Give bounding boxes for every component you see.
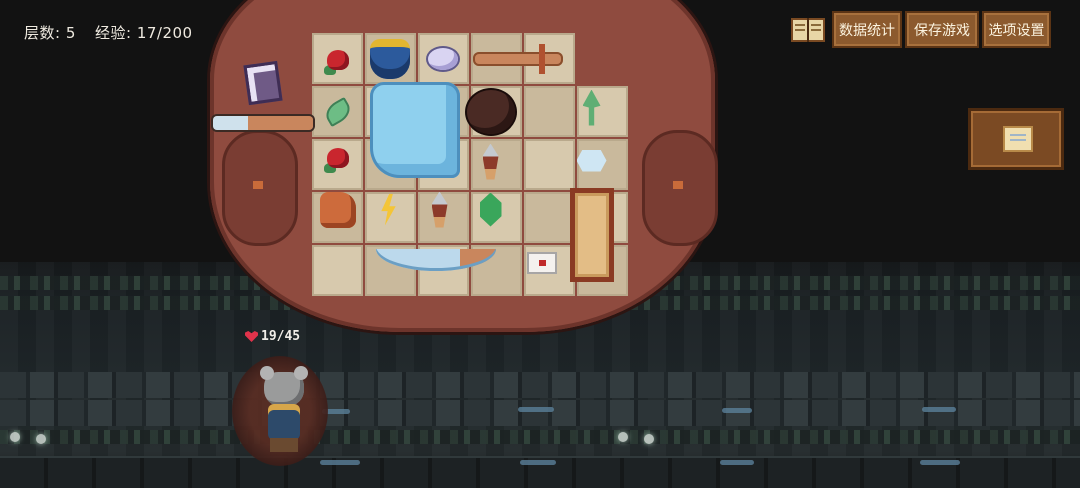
backpack-side-pocket <box>222 130 298 246</box>
pebble-item[interactable] <box>418 33 468 84</box>
green-plant-item[interactable] <box>566 82 617 133</box>
letter-icon <box>526 251 557 274</box>
water-puddle <box>320 460 360 465</box>
glow-flower <box>644 434 654 444</box>
player-mouse-hero[interactable] <box>260 366 308 454</box>
spell-book-icon <box>243 60 283 106</box>
inventory-slot[interactable] <box>312 245 363 296</box>
water-puddle <box>520 460 556 465</box>
tall-scroll-icon <box>569 188 614 282</box>
stats-button[interactable]: 数据统计 <box>832 11 902 48</box>
dark-orb-icon <box>466 89 515 134</box>
leather-glove-item[interactable] <box>312 184 363 235</box>
water-puddle <box>720 460 754 465</box>
lightning-bolt-item[interactable] <box>363 184 414 235</box>
dart-item[interactable] <box>414 184 465 235</box>
pebble-icon <box>428 47 458 70</box>
rose-icon <box>326 148 349 168</box>
mouse-body <box>268 404 300 440</box>
white-gem-icon <box>576 149 607 172</box>
ice-armor-item[interactable] <box>365 80 465 180</box>
emerald-icon <box>479 192 502 227</box>
options-button[interactable]: 选项设置 <box>982 11 1051 48</box>
mouse-legs <box>270 438 298 452</box>
ice-armor-icon <box>370 82 460 178</box>
ice-hammer-icon <box>212 116 313 130</box>
white-gem-item[interactable] <box>566 135 617 186</box>
crown-helmet-icon <box>370 38 410 79</box>
water-puddle <box>518 407 554 412</box>
grass-strip <box>0 430 1080 444</box>
green-plant-icon <box>582 89 601 126</box>
glow-flower <box>618 432 628 442</box>
curved-blade-icon <box>376 249 496 271</box>
lightning-bolt-icon <box>381 193 396 226</box>
wooden-sword-item[interactable] <box>468 33 568 84</box>
stone-row <box>0 400 1080 426</box>
rose-item[interactable] <box>318 40 358 80</box>
ice-hammer-item[interactable] <box>210 110 315 136</box>
inventory-slot-empty <box>577 33 628 84</box>
experience-counter: 经验: 17/200 <box>95 24 193 42</box>
map-scroll-icon <box>1003 126 1033 152</box>
save-game-button[interactable]: 保存游戏 <box>905 11 979 48</box>
glow-flower <box>36 434 46 444</box>
leaf-item[interactable] <box>312 86 363 137</box>
glow-flower <box>10 432 20 442</box>
rose-icon <box>327 50 349 70</box>
rose-item[interactable] <box>312 138 363 178</box>
open-book-icon[interactable] <box>790 16 826 44</box>
hp-value: 19/45 <box>261 329 301 344</box>
emerald-item[interactable] <box>465 184 516 235</box>
player-hp: 19/45 <box>245 329 300 344</box>
wooden-sword-icon <box>473 43 563 74</box>
heart-icon <box>245 331 258 342</box>
leaf-icon <box>321 96 354 127</box>
leather-glove-icon <box>319 191 356 228</box>
floor-counter: 层数: 5 <box>24 24 76 42</box>
stone-row <box>0 372 1080 398</box>
dart-icon <box>431 191 448 228</box>
backpack-side-pocket <box>642 130 718 246</box>
map-button[interactable] <box>968 108 1064 170</box>
tall-scroll-item[interactable] <box>566 184 617 286</box>
water-puddle <box>922 407 956 412</box>
water-puddle <box>920 460 960 465</box>
dark-orb-item[interactable] <box>465 86 516 137</box>
letter-item[interactable] <box>516 237 567 288</box>
dart-item[interactable] <box>465 136 516 187</box>
crown-helmet-item[interactable] <box>365 33 415 84</box>
dart-icon <box>482 143 499 180</box>
water-puddle <box>722 408 752 413</box>
spell-book-item[interactable] <box>238 58 288 108</box>
mouse-head <box>260 366 308 406</box>
curved-blade-item[interactable] <box>366 240 506 280</box>
